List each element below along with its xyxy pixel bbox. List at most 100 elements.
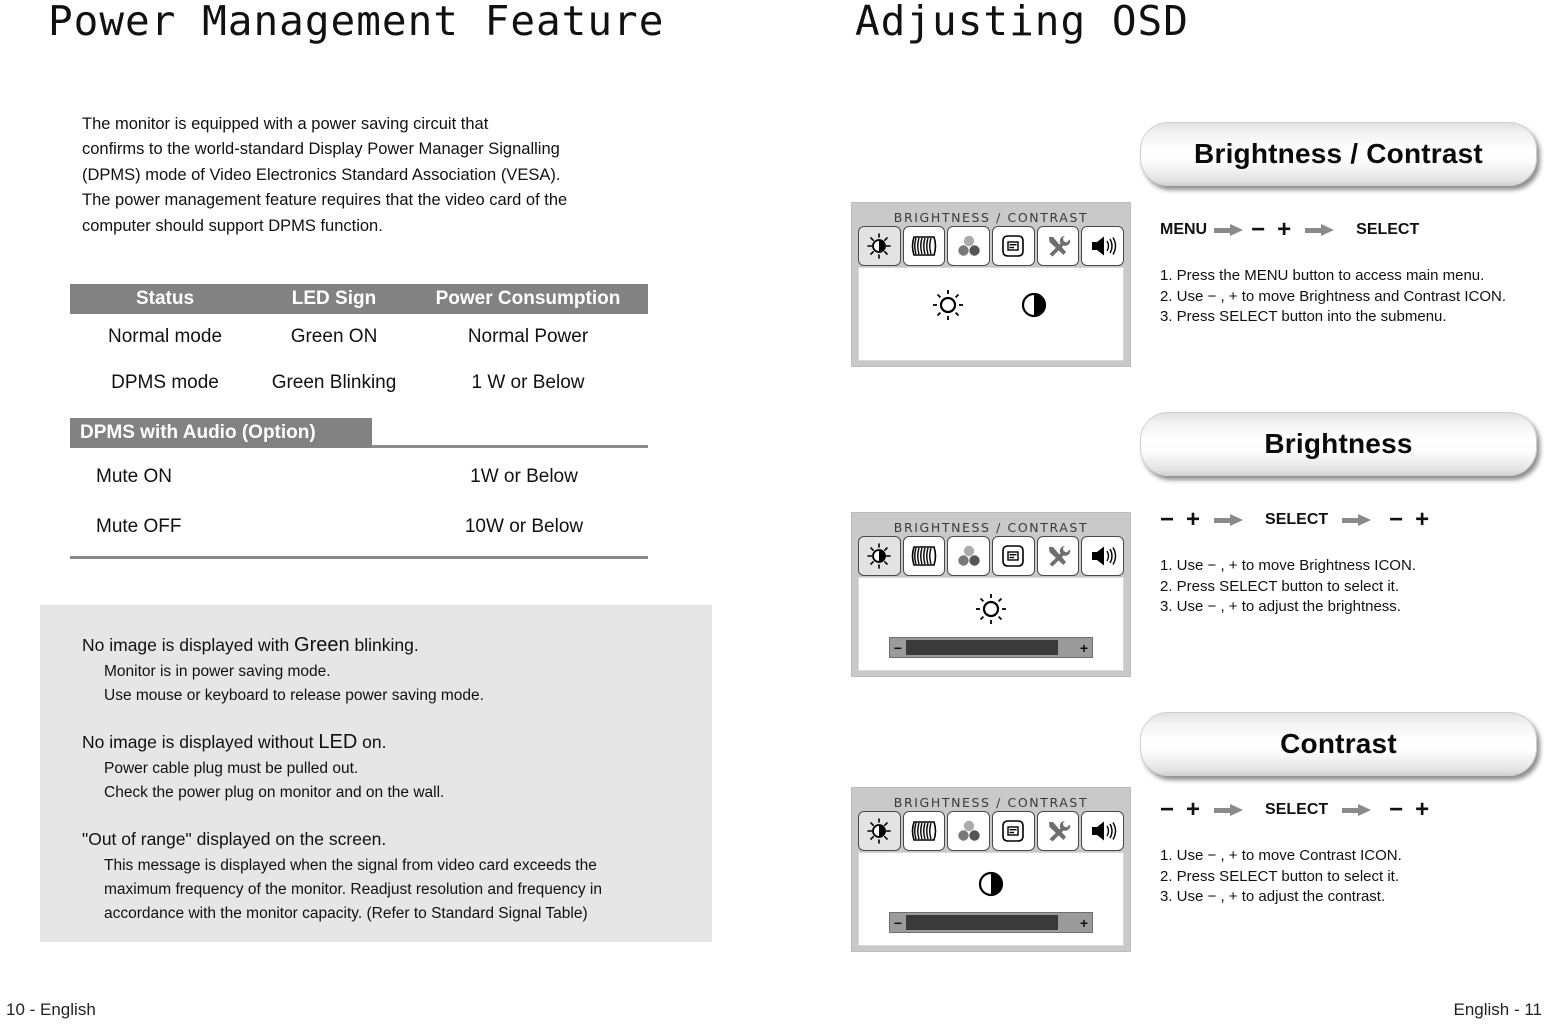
minus-button-label[interactable]: −: [1389, 798, 1403, 822]
brightness-slider[interactable]: − +: [889, 637, 1093, 658]
audio-icon[interactable]: [1081, 226, 1125, 266]
intro-line: The power management feature requires th…: [82, 191, 568, 210]
select-button-label[interactable]: SELECT: [1265, 511, 1328, 529]
step-item: 1. Use − , + to move Contrast ICON.: [1160, 847, 1402, 864]
osd-icon-row: [857, 811, 1125, 851]
section-header-brightness-contrast: Brightness / Contrast: [1140, 122, 1537, 186]
plus-button-label[interactable]: +: [1186, 508, 1200, 532]
brightness-contrast-icon[interactable]: [857, 811, 901, 851]
slider-plus-label[interactable]: +: [1076, 641, 1092, 655]
trouble-line: accordance with the monitor capacity. (R…: [104, 905, 588, 922]
dpms-audio-subheader-wrap: DPMS with Audio (Option): [70, 418, 648, 452]
trouble-heading: No image is displayed without LED on.: [82, 730, 712, 755]
audio-icon[interactable]: [1081, 536, 1125, 576]
column-header-power-consumption: Power Consumption: [435, 288, 621, 309]
contrast-icon: [974, 867, 1008, 906]
osd-symbol-row: [859, 867, 1123, 906]
osd-screen-contrast: BRIGHTNESS / CONTRAST − +: [851, 787, 1131, 952]
osd-menu-title: BRIGHTNESS / CONTRAST: [893, 795, 1089, 810]
osd-symbol-row: [859, 592, 1123, 631]
moire-icon[interactable]: [902, 226, 946, 266]
table-row: Mute ON 1W or Below: [70, 452, 648, 502]
tools-icon[interactable]: [1036, 226, 1080, 266]
arrow-right-icon: [1342, 804, 1372, 816]
osd-menu-title: BRIGHTNESS / CONTRAST: [893, 520, 1089, 535]
moire-icon[interactable]: [902, 536, 946, 576]
table-header-row: Status LED Sign Power Consumption: [70, 284, 648, 314]
subheader-rule: [372, 445, 648, 448]
osd-menu-icon[interactable]: [992, 226, 1035, 266]
footer-left: 10 - English: [6, 1000, 96, 1019]
trouble-line: Use mouse or keyboard to release power s…: [104, 687, 484, 704]
plus-button-label[interactable]: +: [1277, 218, 1291, 242]
tools-icon[interactable]: [1036, 811, 1080, 851]
intro-line: computer should support DPMS function.: [82, 216, 383, 235]
audio-icon[interactable]: [1081, 811, 1125, 851]
plus-button-label[interactable]: +: [1415, 508, 1429, 532]
osd-menu-icon[interactable]: [992, 811, 1035, 851]
trouble-line: maximum frequency of the monitor. Readju…: [104, 881, 602, 898]
button-sequence: MENU − + SELECT: [1160, 218, 1558, 242]
menu-button-label[interactable]: MENU: [1160, 221, 1207, 239]
intro-line: confirms to the world-standard Display P…: [82, 140, 560, 159]
button-sequence: − + SELECT − +: [1160, 798, 1558, 822]
color-icon[interactable]: [947, 811, 990, 851]
step-item: 1. Press the MENU button to access main …: [1160, 267, 1485, 284]
section-header-label: Brightness / Contrast: [1194, 138, 1483, 169]
trouble-heading-post: blinking.: [349, 635, 419, 655]
osd-preview-area: − +: [858, 852, 1124, 946]
cell-status: Normal mode: [107, 326, 223, 347]
osd-screen-brightness: BRIGHTNESS / CONTRAST − +: [851, 512, 1131, 677]
trouble-heading: No image is displayed with Green blinkin…: [82, 633, 712, 658]
tools-icon[interactable]: [1036, 536, 1080, 576]
column-header-led-sign: LED Sign: [291, 288, 377, 309]
arrow-right-icon: [1214, 224, 1244, 236]
arrow-right-icon: [1305, 224, 1335, 236]
step-item: 3. Use − , + to adjust the contrast.: [1160, 888, 1386, 905]
brightness-contrast-icon[interactable]: [857, 536, 901, 576]
plus-button-label[interactable]: +: [1186, 798, 1200, 822]
brightness-contrast-icon[interactable]: [857, 226, 901, 266]
cell-mute-power: 10W or Below: [464, 516, 584, 537]
osd-screen-brightness-contrast: BRIGHTNESS / CONTRAST: [851, 202, 1131, 367]
slider-minus-label[interactable]: −: [890, 641, 906, 655]
arrow-right-icon: [1342, 514, 1372, 526]
step-list: 1. Use − , + to move Brightness ICON. 2.…: [1160, 556, 1558, 618]
osd-icon-row: [857, 536, 1125, 576]
trouble-heading-pre: No image is displayed without: [82, 732, 319, 752]
arrow-right-icon: [1214, 514, 1244, 526]
moire-icon[interactable]: [902, 811, 946, 851]
slider-plus-label[interactable]: +: [1076, 916, 1092, 930]
color-icon[interactable]: [947, 536, 990, 576]
step-item: 3. Press SELECT button into the submenu.: [1160, 308, 1447, 325]
cell-mute-power: 1W or Below: [470, 466, 578, 487]
select-button-label[interactable]: SELECT: [1265, 801, 1328, 819]
trouble-line: This message is displayed when the signa…: [104, 857, 597, 874]
page-title-right: Adjusting OSD: [855, 0, 1189, 45]
step-item: 1. Use − , + to move Brightness ICON.: [1160, 557, 1416, 574]
minus-button-label[interactable]: −: [1160, 798, 1174, 822]
contrast-icon: [1017, 288, 1051, 327]
minus-button-label[interactable]: −: [1389, 508, 1403, 532]
contrast-slider[interactable]: − +: [889, 912, 1093, 933]
slider-track: [1057, 640, 1076, 655]
trouble-heading-pre: No image is displayed with: [82, 635, 295, 655]
section-header-label: Brightness: [1264, 428, 1413, 459]
instructions-brightness-contrast: MENU − + SELECT 1. Press the MENU button…: [1160, 218, 1558, 328]
color-icon[interactable]: [947, 226, 990, 266]
osd-menu-icon[interactable]: [992, 536, 1035, 576]
osd-preview-area: [858, 267, 1124, 361]
intro-line: (DPMS) mode of Video Electronics Standar…: [82, 165, 561, 184]
osd-menu-title: BRIGHTNESS / CONTRAST: [893, 210, 1089, 225]
minus-button-label[interactable]: −: [1160, 508, 1174, 532]
minus-button-label[interactable]: −: [1251, 218, 1265, 242]
osd-symbol-row: [859, 288, 1123, 327]
step-list: 1. Press the MENU button to access main …: [1160, 266, 1558, 328]
plus-button-label[interactable]: +: [1415, 798, 1429, 822]
section-header-contrast: Contrast: [1140, 712, 1537, 776]
select-button-label[interactable]: SELECT: [1356, 221, 1419, 239]
trouble-heading-emph: LED: [318, 731, 358, 753]
slider-minus-label[interactable]: −: [890, 916, 906, 930]
osd-preview-area: − +: [858, 577, 1124, 671]
footer-right: English - 11: [1453, 1000, 1542, 1019]
